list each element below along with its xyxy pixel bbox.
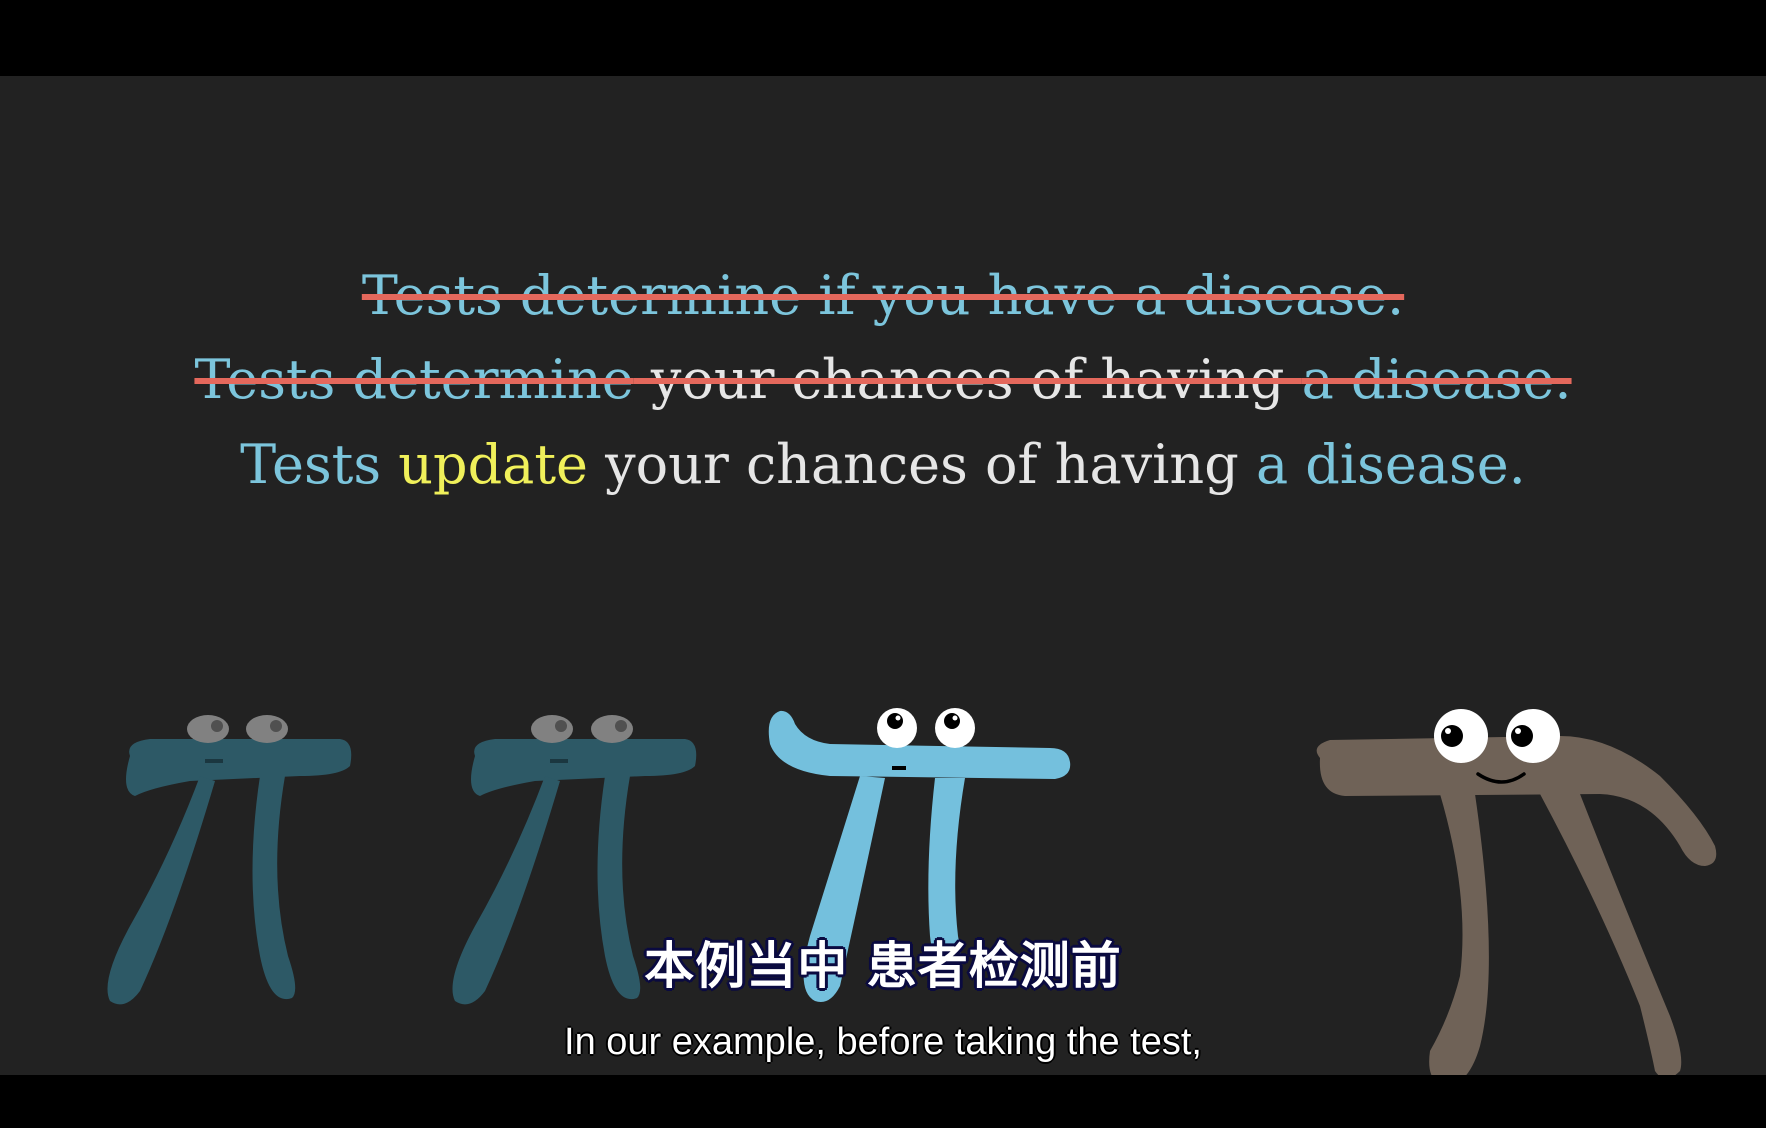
- video-frame: Tests determine if you have a disease. T…: [0, 0, 1766, 1128]
- pi-faded-1-eye-right: [246, 715, 288, 743]
- subtitle-chinese: 本例当中 患者检测前: [644, 937, 1122, 995]
- pi-characters-svg: [107, 708, 1717, 1075]
- pi-characters: [0, 76, 1766, 1075]
- pi-faded-1-eye-left: [187, 715, 229, 743]
- pi-faded-2-eye-right: [591, 715, 633, 743]
- video-canvas[interactable]: Tests determine if you have a disease. T…: [0, 76, 1766, 1075]
- pi-faded-2-eye-left: [531, 715, 573, 743]
- subtitle-english: In our example, before taking the test,: [564, 1021, 1202, 1063]
